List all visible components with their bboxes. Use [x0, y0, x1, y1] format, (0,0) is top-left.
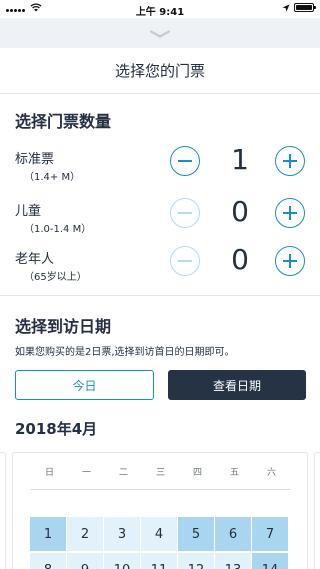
weekday-header: 日 一 二 三 四 五 六 [31, 465, 290, 478]
visit-section-title: 选择到访日期 [15, 317, 112, 336]
weekday-divider [31, 489, 290, 490]
plus-icon [289, 154, 291, 168]
sheet-handle-bar[interactable] [0, 18, 320, 50]
ticket-name: 标准票 [15, 152, 55, 167]
weekday-label: 四 [192, 468, 202, 478]
child-quantity: 0 [231, 195, 249, 228]
calendar-days-grid: 1234567891011121314 [30, 517, 291, 569]
calendar-day[interactable]: 13 [215, 553, 251, 569]
calendar-day[interactable]: 1 [30, 517, 66, 551]
calendar-day[interactable]: 3 [104, 517, 140, 551]
calendar-card: 日 一 二 三 四 五 六 1234567891011121314 [12, 452, 308, 569]
calendar-day[interactable]: 7 [252, 517, 288, 551]
plus-icon [289, 206, 291, 220]
location-arrow-icon [282, 4, 290, 11]
ticket-section-title: 选择门票数量 [15, 112, 112, 131]
page-title: 选择您的门票 [0, 48, 320, 94]
chevron-down-icon[interactable] [150, 30, 170, 38]
ticket-name: 儿童 [15, 204, 42, 219]
calendar-day[interactable]: 4 [141, 517, 177, 551]
status-right [282, 3, 316, 12]
ticket-age: （1.4+ M） [24, 172, 81, 183]
ticket-age: （65岁以上） [24, 272, 87, 283]
plus-icon [289, 254, 291, 268]
weekday-label: 一 [81, 468, 91, 478]
ticket-age: （1.0-1.4 M） [24, 224, 92, 235]
senior-minus-button[interactable] [170, 246, 200, 276]
status-bar: 上午 9:41 [0, 0, 320, 18]
calendar-month-title: 2018年4月 [15, 420, 98, 438]
calendar-day[interactable]: 8 [30, 553, 66, 569]
calendar-day[interactable]: 11 [141, 553, 177, 569]
ticket-name: 老年人 [15, 252, 55, 267]
view-dates-button[interactable]: 查看日期 [168, 370, 306, 400]
next-month-card-edge[interactable] [314, 452, 320, 569]
calendar-day[interactable]: 10 [104, 553, 140, 569]
senior-quantity: 0 [231, 243, 249, 276]
battery-fill [296, 5, 312, 10]
standard-minus-button[interactable] [170, 146, 200, 176]
weekday-label: 五 [229, 468, 239, 478]
weekday-label: 三 [155, 468, 165, 478]
child-plus-button[interactable] [275, 198, 305, 228]
status-time: 上午 9:41 [135, 7, 185, 18]
senior-plus-button[interactable] [275, 246, 305, 276]
weekday-label: 日 [44, 468, 54, 478]
weekday-label: 六 [266, 468, 276, 478]
battery-icon [294, 3, 316, 12]
ticket-row-child: 儿童 （1.0-1.4 M） 0 [0, 195, 320, 242]
ticket-sheet: 选择您的门票 选择门票数量 标准票 （1.4+ M） 1 儿童 （1.0-1.4… [0, 48, 320, 569]
standard-plus-button[interactable] [275, 146, 305, 176]
calendar-day[interactable]: 14 [252, 553, 288, 569]
calendar-day[interactable]: 6 [215, 517, 251, 551]
ticket-row-senior: 老年人 （65岁以上） 0 [0, 243, 320, 290]
calendar-day[interactable]: 9 [67, 553, 103, 569]
weekday-label: 二 [118, 468, 128, 478]
calendar-day[interactable]: 2 [67, 517, 103, 551]
minus-icon [178, 160, 192, 162]
section-divider [0, 295, 320, 296]
minus-icon [178, 260, 192, 262]
prev-month-card-edge[interactable] [0, 452, 6, 569]
today-button[interactable]: 今日 [15, 370, 154, 400]
ticket-row-standard: 标准票 （1.4+ M） 1 [0, 143, 320, 190]
minus-icon [178, 212, 192, 214]
calendar-day[interactable]: 5 [178, 517, 214, 551]
standard-quantity: 1 [231, 143, 249, 176]
visit-hint: 如果您购买的是2日票,选择到访首日的日期即可。 [15, 347, 235, 358]
calendar-day[interactable]: 12 [178, 553, 214, 569]
child-minus-button[interactable] [170, 198, 200, 228]
